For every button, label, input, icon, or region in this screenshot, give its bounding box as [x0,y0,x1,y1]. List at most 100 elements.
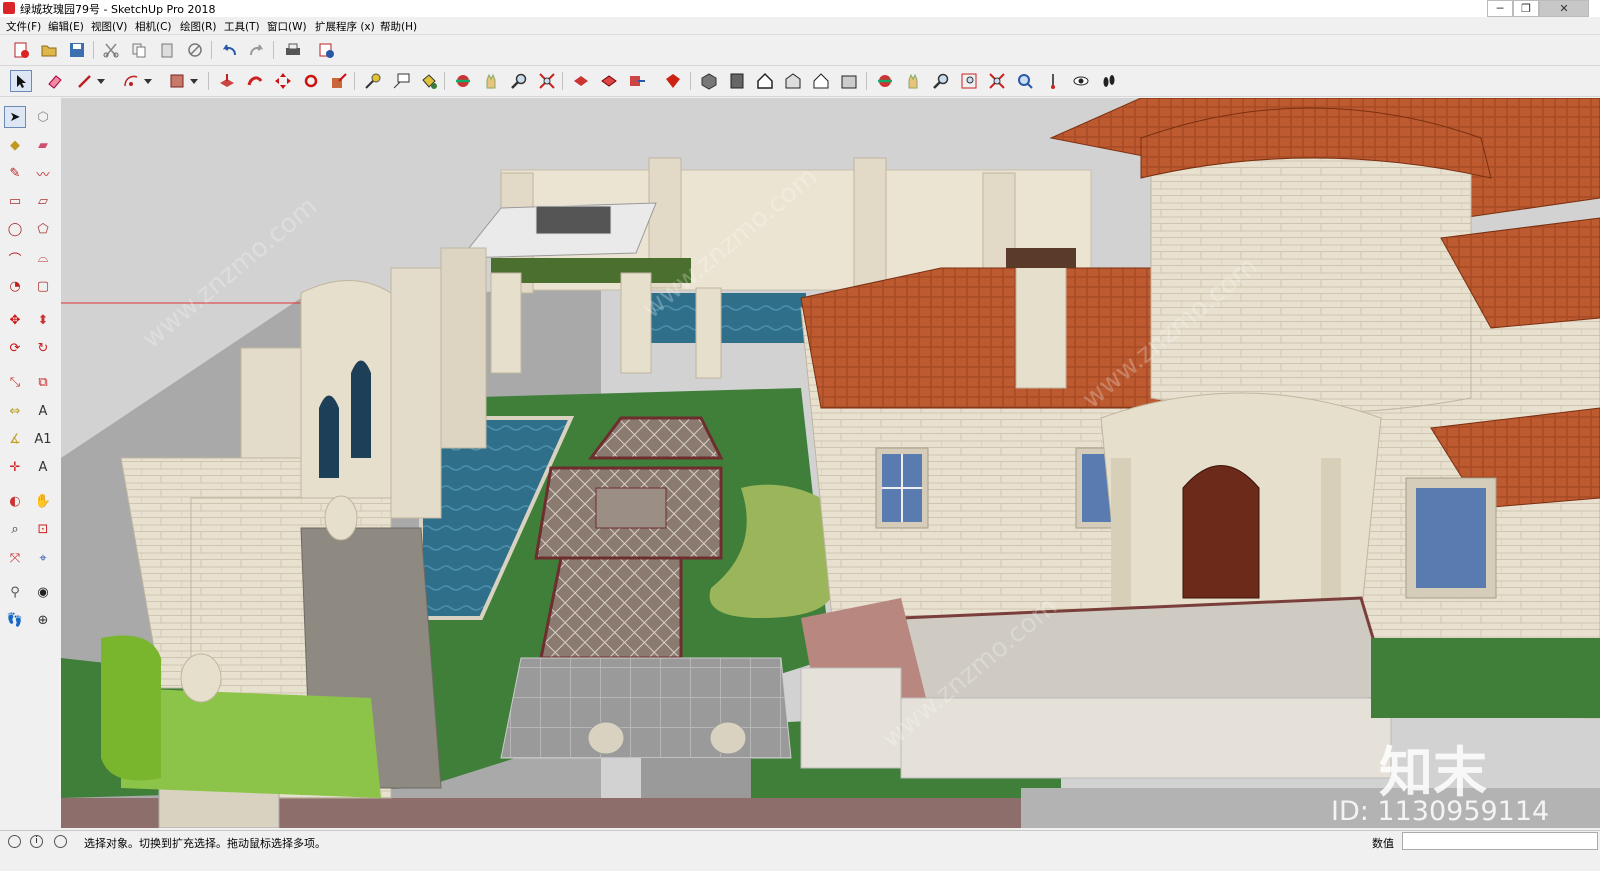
back-view-house-icon[interactable] [810,70,832,92]
tape-measure-icon[interactable] [362,70,384,92]
redo-icon[interactable] [246,39,268,61]
dimension-tool-icon[interactable]: A [32,400,54,422]
menu-edit[interactable]: 编辑(E) [48,19,84,34]
two-point-arc-tool-icon[interactable]: ⌓ [32,247,54,269]
new-file-icon[interactable] [10,39,32,61]
zoom-extents-icon[interactable] [536,70,558,92]
axes-tool-icon[interactable]: ✛ [4,456,26,478]
zoom-tool-icon[interactable]: ⌕ [4,519,26,541]
warehouse-export-icon[interactable] [626,70,648,92]
move-tool-icon[interactable]: ✥ [4,309,26,331]
line-tool-icon[interactable]: ✎ [4,162,26,184]
paint-bucket-tool-icon[interactable]: ◆ [4,134,26,156]
cut-icon[interactable] [100,39,122,61]
scale-icon[interactable] [328,70,350,92]
menu-extensions[interactable]: 扩展程序 (x) [315,19,375,34]
position-camera-icon[interactable] [1042,70,1064,92]
tape-measure-tool-icon[interactable]: ⇔ [4,400,26,422]
save-icon[interactable] [66,39,88,61]
follow-me-icon[interactable] [244,70,266,92]
chevron-down-icon[interactable] [95,70,107,92]
circle-tool-icon[interactable]: ◯ [4,219,26,241]
pie-tool-icon[interactable]: ◔ [4,275,26,297]
previous-view-icon[interactable] [570,70,592,92]
open-folder-icon[interactable] [38,39,60,61]
undo-icon[interactable] [218,39,240,61]
menu-camera[interactable]: 相机(C) [135,19,172,34]
offset-tool-icon[interactable]: ▢ [32,275,54,297]
zoom-window-tool-icon[interactable]: ⊡ [32,519,54,541]
orbit-icon[interactable] [452,70,474,92]
pan-tool-icon[interactable]: ✋ [32,491,54,513]
menu-file[interactable]: 文件(F) [6,19,41,34]
model-info-icon[interactable] [315,39,337,61]
model-viewport[interactable]: www.znzmo.com www.znzmo.com www.znzmo.co… [61,98,1600,828]
menu-draw[interactable]: 绘图(R) [180,19,217,34]
rotate-tool-icon[interactable]: ⟳ [4,338,26,360]
rectangle-icon[interactable] [166,70,188,92]
zoom-icon[interactable] [508,70,530,92]
ruby-gem-icon[interactable] [662,70,684,92]
eraser-tool-icon[interactable]: ▰ [32,134,54,156]
front-view-house-icon[interactable] [754,70,776,92]
chevron-down-icon[interactable] [142,70,154,92]
previous-camera-icon[interactable] [1014,70,1036,92]
zoom-window-icon[interactable] [958,70,980,92]
iso-view-icon[interactable] [698,70,720,92]
measurements-input[interactable] [1402,832,1598,850]
rectangle-tool-icon[interactable]: ▭ [4,191,26,213]
chevron-down-icon[interactable] [188,70,200,92]
minimize-button[interactable]: ─ [1487,0,1513,17]
zoom-icon[interactable] [930,70,952,92]
top-view-icon[interactable] [726,70,748,92]
menu-view[interactable]: 视图(V) [91,19,127,34]
zoom-extents-icon[interactable] [986,70,1008,92]
offset2-tool-icon[interactable]: ⧉ [32,372,54,394]
pencil-line-icon[interactable] [74,70,96,92]
rotate-icon[interactable] [300,70,322,92]
info-icon[interactable]: i [30,835,43,848]
select-tool-icon[interactable]: ➤ [4,106,26,128]
position-camera-tool-icon[interactable]: ⚲ [4,581,26,603]
arc-tool-icon[interactable]: ⌒ [4,247,26,269]
push-pull-tool-icon[interactable]: ⬍ [32,309,54,331]
print-icon[interactable] [282,39,304,61]
orbit-tool-icon[interactable]: ◐ [4,491,26,513]
geo-location-icon[interactable] [8,835,21,848]
make-component-tool-icon[interactable]: ⬡ [32,106,54,128]
zoom-extents-tool-icon[interactable]: ⤧ [4,547,26,569]
text-label-icon[interactable] [390,70,412,92]
polygon-tool-icon[interactable]: ⬠ [32,219,54,241]
previous-tool-icon[interactable]: ⌖ [32,547,54,569]
next-view-icon[interactable] [598,70,620,92]
look-around-eye-icon[interactable] [1070,70,1092,92]
maximize-button[interactable]: ❐ [1513,0,1539,17]
erase-icon[interactable] [184,39,206,61]
rotated-rectangle-tool-icon[interactable]: ▱ [32,191,54,213]
orbit-icon[interactable] [874,70,896,92]
close-button[interactable]: ✕ [1539,0,1589,17]
right-view-icon[interactable] [782,70,804,92]
3d-text-tool-icon[interactable]: A [32,456,54,478]
follow-me-tool-icon[interactable]: ↻ [32,338,54,360]
menu-tools[interactable]: 工具(T) [224,19,260,34]
pan-hand-icon[interactable] [902,70,924,92]
menu-window[interactable]: 窗口(W) [267,19,307,34]
push-pull-icon[interactable] [216,70,238,92]
text-tool-icon[interactable]: A1 [32,428,54,450]
walk-tool-icon[interactable]: 👣 [4,609,26,631]
protractor-tool-icon[interactable]: ∡ [4,428,26,450]
user-icon[interactable] [54,835,67,848]
walk-footprints-icon[interactable] [1098,70,1120,92]
paste-icon[interactable] [156,39,178,61]
left-view-icon[interactable] [838,70,860,92]
freehand-tool-icon[interactable]: 〰 [32,162,54,184]
look-around-tool-icon[interactable]: ◉ [32,581,54,603]
menu-help[interactable]: 帮助(H) [380,19,417,34]
select-arrow-icon[interactable] [10,70,32,92]
scale-tool-icon[interactable]: ⤡ [4,372,26,394]
copy-icon[interactable] [128,39,150,61]
paint-bucket-icon[interactable] [418,70,440,92]
move-icon[interactable] [272,70,294,92]
section-plane-tool-icon[interactable]: ⊕ [32,609,54,631]
